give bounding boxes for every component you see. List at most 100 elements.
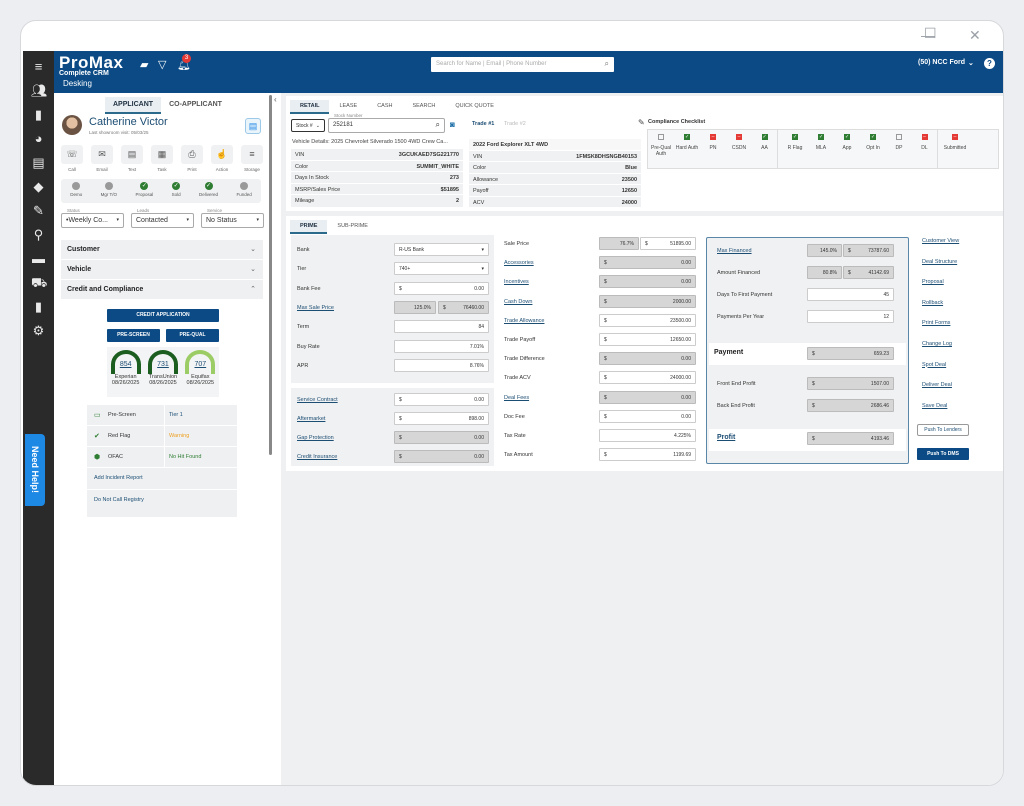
proposal-link[interactable]: Proposal bbox=[922, 279, 944, 285]
bar-chart-icon[interactable]: ▮ bbox=[31, 107, 46, 122]
checklist-item[interactable]: ✓ AA bbox=[752, 130, 778, 168]
status-select[interactable]: Status •Weekly Co... ▾ bbox=[61, 208, 124, 228]
apr-input[interactable]: 8.76% bbox=[394, 358, 489, 372]
users-icon[interactable]: 👥︎ bbox=[31, 83, 48, 98]
field-label[interactable]: Accessories bbox=[504, 260, 534, 266]
field-label[interactable]: Credit Insurance bbox=[297, 454, 337, 460]
bank-fee-input[interactable]: $0.00 bbox=[394, 281, 489, 295]
menu-icon[interactable]: ≡ bbox=[31, 59, 46, 74]
pre-qual-button[interactable]: PRE-QUAL bbox=[166, 329, 219, 342]
filter-icon[interactable]: ▽ bbox=[158, 58, 166, 71]
need-help-tab[interactable]: Need Help! bbox=[25, 434, 45, 506]
edit-icon[interactable]: ✎ bbox=[638, 118, 645, 127]
folder-icon[interactable]: ▰ bbox=[140, 58, 148, 71]
pie-chart-icon[interactable]: ◕ bbox=[31, 131, 46, 146]
tab-trade-2[interactable]: Trade #2 bbox=[504, 121, 526, 127]
deal-fees-input[interactable]: $0.00 bbox=[599, 390, 696, 404]
sale-price-input[interactable]: $51895.00 bbox=[640, 237, 696, 250]
field-label[interactable]: Incentives bbox=[504, 279, 529, 285]
push-to-dms-button[interactable]: Push To DMS bbox=[917, 448, 969, 460]
section-credit-compliance[interactable]: Credit and Compliance ⌃ bbox=[61, 280, 263, 299]
dealer-selector[interactable]: (50) NCC Ford bbox=[918, 59, 965, 66]
section-customer[interactable]: Customer ⌄ bbox=[61, 240, 263, 259]
stock-number-input[interactable]: Stock Number 252181 ⌕ bbox=[328, 113, 445, 133]
leads-select[interactable]: Leads Contacted ▾ bbox=[131, 208, 194, 228]
aftermarket-input[interactable]: $898.00 bbox=[394, 412, 489, 425]
checklist-item[interactable]: ✓ Opt In bbox=[860, 130, 886, 168]
change-log-link[interactable]: Change Log bbox=[922, 341, 952, 347]
field-label[interactable]: Service Contract bbox=[297, 397, 338, 403]
checklist-item[interactable]: ✓ MLA bbox=[808, 130, 834, 168]
stage-4[interactable]: ✓ Delivered bbox=[199, 182, 218, 203]
action-task[interactable]: ▦ Task bbox=[151, 145, 173, 172]
add-incident-link[interactable]: Add Incident Report bbox=[94, 475, 143, 481]
search-input[interactable]: Search for Name | Email | Phone Number ⌕ bbox=[431, 57, 614, 72]
report-icon[interactable]: ▮ bbox=[31, 299, 46, 314]
credit-insurance-input[interactable]: $0.00 bbox=[394, 450, 489, 463]
car-trade-icon[interactable]: ⛟ bbox=[31, 275, 47, 290]
tier-input[interactable]: 740+ ▾ bbox=[394, 262, 489, 276]
user-search-icon[interactable]: ⚲ bbox=[31, 227, 46, 242]
gap-protection-input[interactable]: $0.00 bbox=[394, 431, 489, 444]
push-to-lenders-button[interactable]: Push To Lenders bbox=[917, 424, 969, 436]
help-icon[interactable]: ? bbox=[984, 58, 995, 69]
close-button[interactable]: ✕ bbox=[969, 27, 981, 44]
search-icon[interactable]: ⌕ bbox=[605, 59, 609, 69]
action-text[interactable]: ▤ Text bbox=[121, 145, 143, 172]
field-label[interactable]: Max Financed bbox=[717, 248, 752, 254]
service-contract-input[interactable]: $0.00 bbox=[394, 393, 489, 406]
max-sale-pct[interactable]: 125.0% bbox=[394, 300, 436, 314]
days_first-input[interactable]: 45 bbox=[807, 288, 894, 301]
trade-payoff-input[interactable]: $12650.00 bbox=[599, 333, 696, 346]
left-panel-scrollbar[interactable] bbox=[269, 95, 272, 455]
tab-quick-quote[interactable]: QUICK QUOTE bbox=[445, 100, 504, 114]
tab-retail[interactable]: RETAIL bbox=[290, 100, 330, 114]
trade-allowance-input[interactable]: $23500.00 bbox=[599, 313, 696, 327]
deal-structure-link[interactable]: Deal Structure bbox=[922, 259, 957, 265]
customer-name[interactable]: Catherine Victor bbox=[89, 116, 168, 128]
car-icon[interactable]: ▬ bbox=[31, 251, 46, 266]
tab-lease[interactable]: LEASE bbox=[329, 100, 367, 114]
score-gauge[interactable]: 854 bbox=[110, 350, 141, 374]
max_financed-pct[interactable]: 145.0% bbox=[807, 244, 842, 257]
checklist-item[interactable]: – Submitted bbox=[942, 130, 968, 168]
tab-search[interactable]: SEARCH bbox=[402, 100, 445, 114]
max-sale-price-input[interactable]: $76460.00 bbox=[438, 300, 489, 314]
section-vehicle[interactable]: Vehicle ⌄ bbox=[61, 260, 263, 279]
score-gauge[interactable]: 707 bbox=[185, 350, 216, 374]
field-label[interactable]: Trade Allowance bbox=[504, 318, 544, 324]
pre-screen-button[interactable]: PRE-SCREEN bbox=[107, 329, 160, 342]
customer-view-link[interactable]: Customer View bbox=[922, 238, 959, 244]
field-label[interactable]: Cash Down bbox=[504, 299, 532, 305]
checklist-item[interactable]: – CSDN bbox=[726, 130, 752, 168]
stage-0[interactable]: Demo bbox=[70, 182, 82, 203]
checklist-item[interactable]: Pre-Qual Auth bbox=[648, 130, 674, 168]
buy-rate-input[interactable]: 7.01% bbox=[394, 339, 489, 353]
action-call[interactable]: ☏ Call bbox=[61, 145, 83, 172]
stage-2[interactable]: ✓ Proposal bbox=[135, 182, 153, 203]
checklist-item[interactable]: DP bbox=[886, 130, 912, 168]
field-label[interactable]: Max Sale Price bbox=[297, 305, 334, 311]
bank-input[interactable]: R-US Bank ▾ bbox=[394, 243, 489, 256]
incentives-input[interactable]: $0.00 bbox=[599, 275, 696, 289]
search-icon[interactable]: ⌕ bbox=[436, 120, 440, 130]
tab-cash[interactable]: CASH bbox=[367, 100, 402, 114]
tax-amount-input[interactable]: $1199.69 bbox=[599, 448, 696, 462]
score-gauge[interactable]: 731 bbox=[147, 350, 178, 374]
tab-prime[interactable]: PRIME bbox=[290, 220, 328, 234]
sale-price-pct[interactable]: 76.7% bbox=[599, 237, 639, 250]
back-profit-output[interactable]: $2686.46 bbox=[807, 399, 894, 412]
cash-down-input[interactable]: $2000.00 bbox=[599, 294, 696, 308]
tab-trade-1[interactable]: Trade #1 bbox=[472, 121, 494, 127]
logo[interactable]: ProMax Complete CRM bbox=[59, 53, 123, 77]
credit-application-button[interactable]: CREDIT APPLICATION bbox=[107, 309, 219, 322]
amount-financed-input[interactable]: $41142.69 bbox=[843, 266, 894, 279]
field-label[interactable]: Gap Protection bbox=[297, 435, 334, 441]
chevron-down-icon[interactable]: ⌄ bbox=[968, 59, 974, 67]
stage-1[interactable]: Mgr T/O bbox=[101, 182, 117, 203]
doc-fee-input[interactable]: $0.00 bbox=[599, 409, 696, 423]
front-profit-output[interactable]: $1507.00 bbox=[807, 377, 894, 390]
action-print[interactable]: ⎙ Print bbox=[181, 145, 203, 172]
dnc-link[interactable]: Do Not Call Registry bbox=[94, 497, 144, 503]
payment-output[interactable]: $659.23 bbox=[807, 347, 894, 360]
